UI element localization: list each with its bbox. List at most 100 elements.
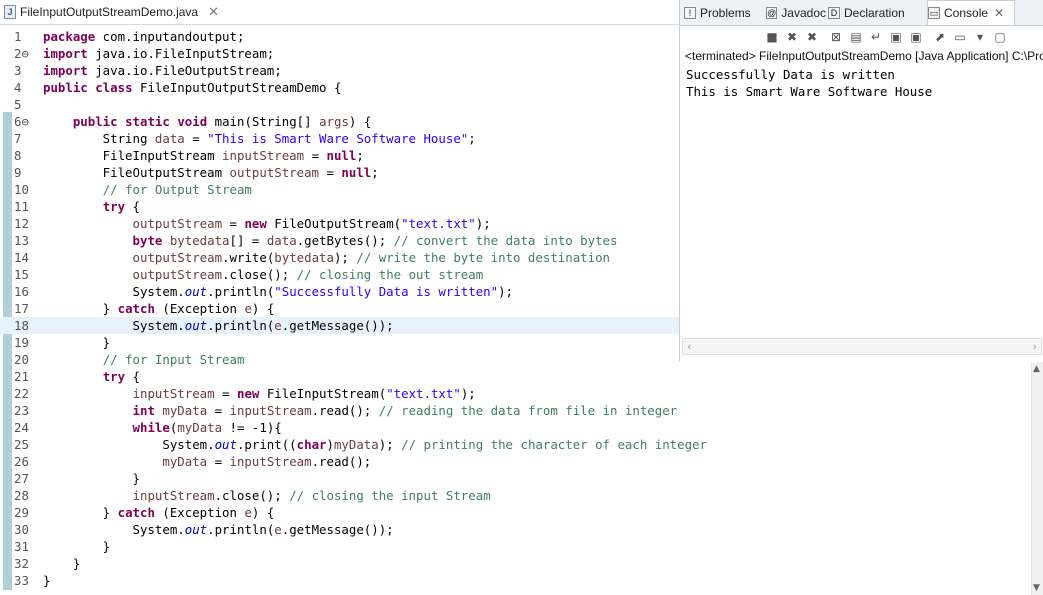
close-icon[interactable]: ✕: [994, 6, 1004, 20]
scroll-lock-icon[interactable]: ▤: [848, 29, 864, 45]
code-token: catch: [117, 505, 155, 520]
scroll-up-icon[interactable]: ▲: [1033, 364, 1040, 374]
dropdown-icon[interactable]: ▾: [972, 29, 988, 45]
code-line[interactable]: 26 myData = inputStream.read();: [0, 453, 679, 470]
line-number: 31: [14, 539, 29, 554]
code-line[interactable]: 14 outputStream.write(bytedata); // writ…: [0, 249, 679, 266]
code-token: }: [43, 556, 81, 571]
code-line[interactable]: 22 inputStream = new FileInputStream("te…: [0, 385, 679, 402]
scroll-right-icon[interactable]: ›: [1033, 339, 1037, 354]
code-line[interactable]: 7 String data = "This is Smart Ware Soft…: [0, 130, 679, 147]
line-number: 21: [14, 369, 29, 384]
code-token: }: [43, 505, 118, 520]
tab-problems[interactable]: ! Problems: [684, 0, 762, 25]
tab-console[interactable]: ▭ Console ✕: [927, 0, 1015, 25]
clear-console-icon[interactable]: ⊠: [828, 29, 844, 45]
code-token: outputStream: [132, 216, 223, 231]
code-line[interactable]: 4 public class FileInputOutputStreamDemo …: [0, 79, 679, 96]
code-text: String data = "This is Smart Ware Softwa…: [43, 130, 476, 147]
code-token: ): [326, 437, 334, 452]
code-token: try: [102, 369, 126, 384]
line-number: 23: [14, 403, 29, 418]
code-text: try {: [43, 368, 140, 385]
line-number: 11: [14, 199, 29, 214]
line-number: 24: [14, 420, 29, 435]
code-token: while: [132, 420, 170, 435]
tab-label: Problems: [700, 5, 751, 20]
line-number: 8: [14, 148, 22, 163]
scroll-left-icon[interactable]: ‹: [687, 339, 691, 354]
code-token: out: [184, 522, 208, 537]
editor-vertical-scrollbar[interactable]: ▲ ▼: [1031, 362, 1043, 595]
code-line[interactable]: 17 } catch (Exception e) {: [0, 300, 679, 317]
line-number: 22: [14, 386, 29, 401]
code-line[interactable]: 29 } catch (Exception e) {: [0, 504, 679, 521]
code-line[interactable]: 12 outputStream = new FileOutputStream("…: [0, 215, 679, 232]
show-console-on-error-icon[interactable]: ▣: [908, 29, 924, 45]
code-line[interactable]: 2⊖ import java.io.FileInputStream;: [0, 45, 679, 62]
console-horizontal-scrollbar[interactable]: ‹ ›: [682, 338, 1042, 355]
code-line[interactable]: 8 FileInputStream inputStream = null;: [0, 147, 679, 164]
code-line[interactable]: 19 }: [0, 334, 679, 351]
code-line[interactable]: 16 System.out.println("Successfully Data…: [0, 283, 679, 300]
remove-all-terminated-icon[interactable]: ✖: [804, 29, 820, 45]
code-token: );: [460, 386, 476, 401]
code-token: {: [125, 199, 140, 214]
scroll-down-icon[interactable]: ▼: [1033, 583, 1040, 593]
code-token: FileOutputStream: [43, 165, 230, 180]
tab-javadoc[interactable]: @ Javadoc: [766, 0, 826, 25]
code-line[interactable]: 32 }: [0, 555, 679, 572]
line-number: 6⊖: [14, 114, 29, 129]
terminate-icon[interactable]: ■: [764, 29, 780, 45]
code-line[interactable]: 31 }: [0, 538, 679, 555]
code-line[interactable]: 24 while(myData != -1){: [0, 419, 679, 436]
editor-tab-title: FileInputOutputStreamDemo.java: [20, 5, 199, 19]
code-text: public static void main(String[] args) {: [43, 113, 371, 130]
code-token: inputStream: [229, 454, 312, 469]
code-text: outputStream.close(); // closing the out…: [43, 266, 484, 283]
code-editor[interactable]: 1 package com.inputandoutput; 2⊖ import jav…: [0, 25, 707, 595]
code-token: System.: [43, 284, 185, 299]
code-line[interactable]: 6⊖ public static void main(String[] args…: [0, 113, 679, 130]
code-token: out: [214, 437, 237, 452]
code-line[interactable]: 18 System.out.println(e.getMessage());: [0, 317, 679, 334]
word-wrap-icon[interactable]: ↵: [868, 29, 884, 45]
code-line[interactable]: 9 FileOutputStream outputStream = null;: [0, 164, 679, 181]
pin-console-icon[interactable]: ⬈: [932, 29, 948, 45]
code-line[interactable]: 20 // for Input Stream: [0, 351, 679, 368]
code-line[interactable]: 11 try {: [0, 198, 679, 215]
close-icon[interactable]: ✕: [208, 4, 219, 20]
code-line[interactable]: 28 inputStream.close(); // closing the i…: [0, 487, 679, 504]
code-token: .read();: [311, 454, 372, 469]
code-line[interactable]: 23 int myData = inputStream.read(); // r…: [0, 402, 679, 419]
remove-launch-icon[interactable]: ✖: [784, 29, 800, 45]
code-line[interactable]: 21 try {: [0, 368, 679, 385]
code-token: inputStream: [132, 386, 215, 401]
code-token: {: [125, 369, 140, 384]
new-console-icon[interactable]: ▢: [992, 29, 1008, 45]
display-selected-console-icon[interactable]: ▭: [952, 29, 968, 45]
tab-declaration[interactable]: D Declaration: [828, 0, 923, 25]
code-line[interactable]: 25 System.out.print((char)myData); // pr…: [0, 436, 707, 453]
line-number: 28: [14, 488, 29, 503]
code-token: .getMessage());: [281, 522, 394, 537]
code-line[interactable]: 30 System.out.println(e.getMessage());: [0, 521, 679, 538]
code-line[interactable]: 3 import java.io.FileOutputStream;: [0, 62, 679, 79]
show-console-on-output-icon[interactable]: ▣: [888, 29, 904, 45]
code-line[interactable]: 13 byte bytedata[] = data.getBytes(); //…: [0, 232, 679, 249]
code-token: "Successfully Data is written": [274, 284, 499, 299]
code-line[interactable]: 15 outputStream.close(); // closing the …: [0, 266, 679, 283]
code-token: myData: [177, 420, 223, 435]
code-line[interactable]: 27 }: [0, 470, 679, 487]
code-line[interactable]: 1 package com.inputandoutput;: [0, 28, 679, 45]
declaration-icon: D: [828, 6, 840, 19]
code-token: ;: [371, 165, 379, 180]
code-text: byte bytedata[] = data.getBytes(); // co…: [43, 232, 618, 249]
code-line[interactable]: 10 // for Output Stream: [0, 181, 679, 198]
editor-tab[interactable]: J FileInputOutputStreamDemo.java ✕: [0, 0, 236, 24]
code-line[interactable]: 5: [0, 96, 679, 113]
code-token: package: [43, 29, 96, 44]
code-line[interactable]: 33}: [0, 572, 679, 589]
